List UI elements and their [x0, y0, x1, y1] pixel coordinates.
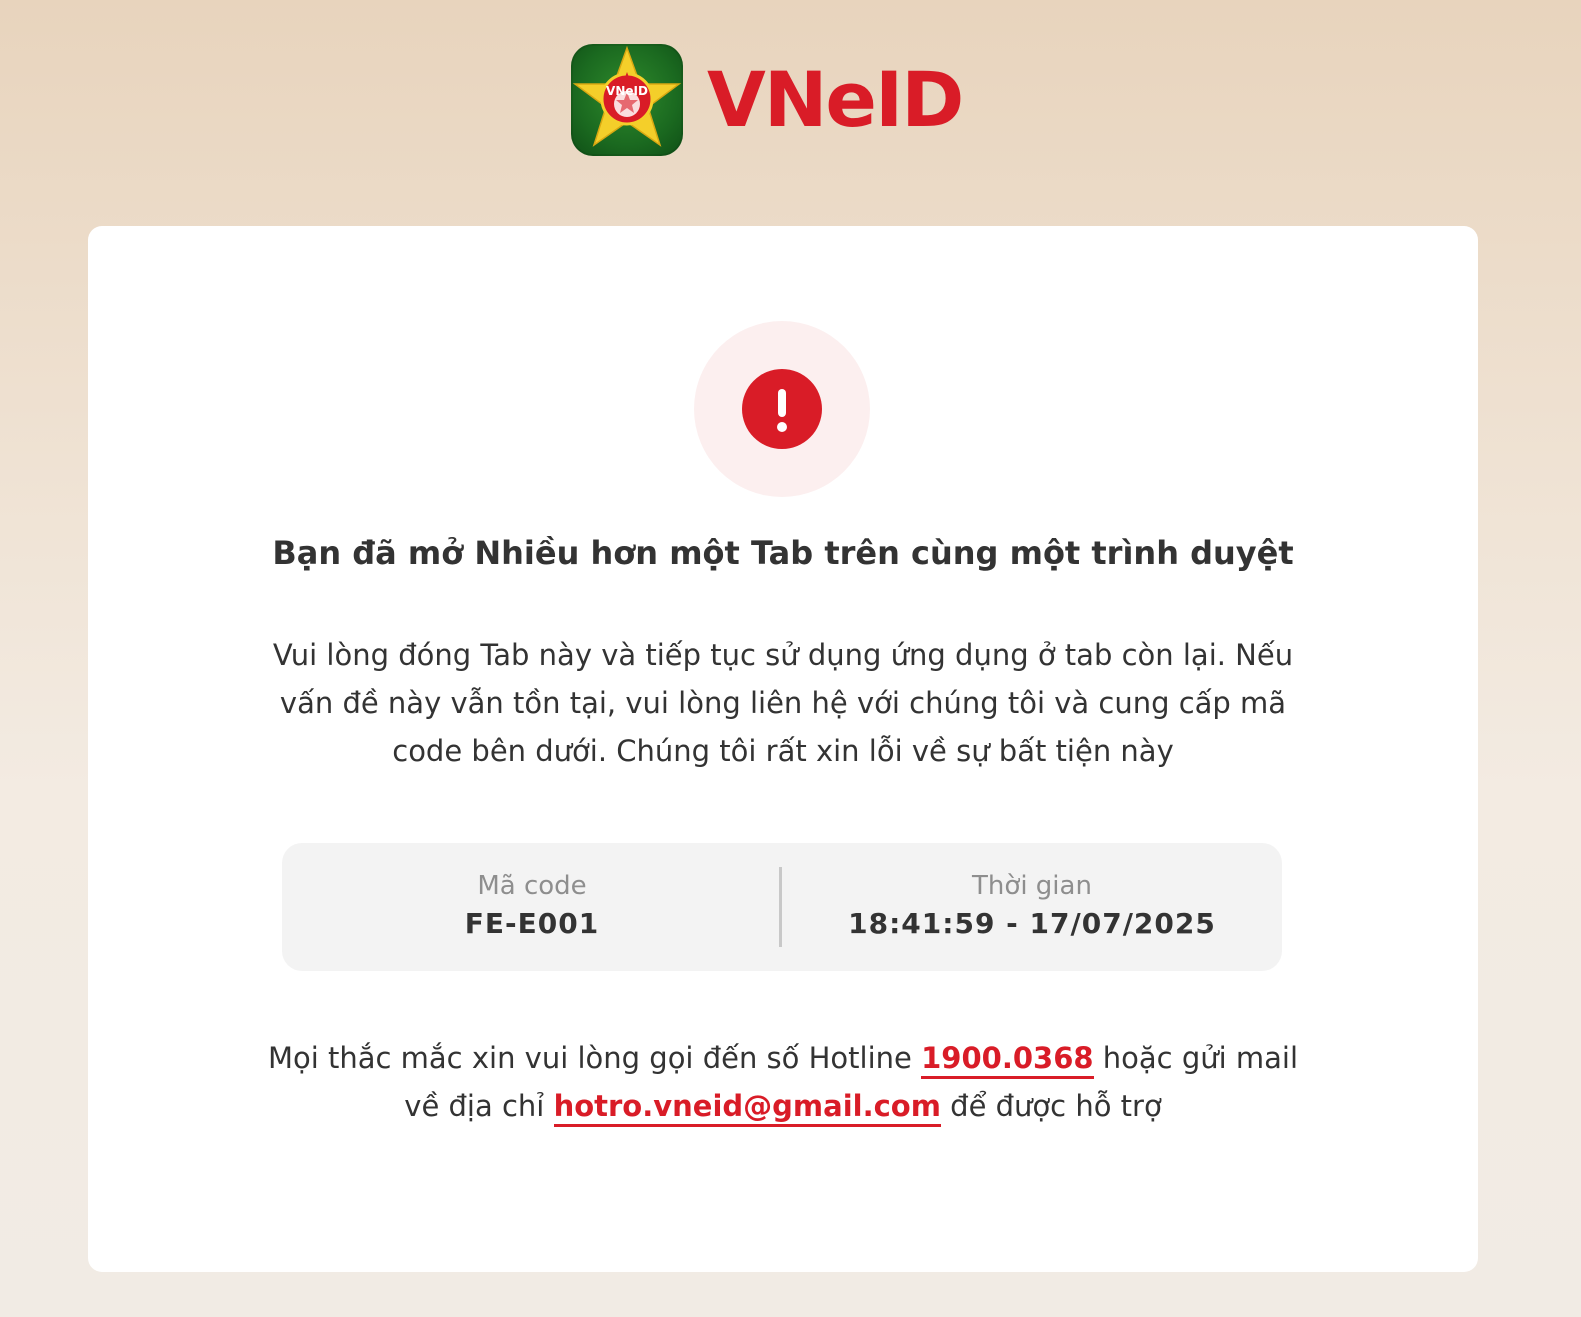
support-email-link[interactable]: hotro.vneid@gmail.com — [553, 1089, 941, 1127]
brand-name: VNeID — [707, 55, 964, 144]
error-card: Bạn đã mở Nhiều hơn một Tab trên cùng mộ… — [88, 226, 1478, 1272]
error-time-section: Thời gian 18:41:59 - 17/07/2025 — [782, 843, 1282, 971]
vneid-logo-icon: VNeID — [571, 44, 683, 156]
error-code-section: Mã code FE-E001 — [282, 843, 782, 971]
exclamation-icon — [742, 369, 822, 449]
support-text: Mọi thắc mắc xin vui lòng gọi đến số Hot… — [248, 1034, 1318, 1130]
error-code-label: Mã code — [477, 871, 587, 901]
error-code-value: FE-E001 — [464, 907, 600, 940]
alert-badge — [694, 321, 870, 497]
error-info-box: Mã code FE-E001 Thời gian 18:41:59 - 17/… — [282, 843, 1282, 971]
header: VNeID VNeID — [571, 44, 964, 156]
hotline-link[interactable]: 1900.0368 — [921, 1041, 1094, 1079]
page-title: Bạn đã mở Nhiều hơn một Tab trên cùng mộ… — [272, 534, 1294, 572]
support-text-part-3: để được hỗ trợ — [940, 1089, 1162, 1123]
support-text-part-1: Mọi thắc mắc xin vui lòng gọi đến số Hot… — [267, 1041, 922, 1075]
error-time-value: 18:41:59 - 17/07/2025 — [848, 907, 1216, 940]
logo-badge-text: VNeID — [606, 84, 648, 98]
error-description: Vui lòng đóng Tab này và tiếp tục sử dụn… — [272, 638, 1294, 768]
error-time-label: Thời gian — [972, 871, 1092, 901]
